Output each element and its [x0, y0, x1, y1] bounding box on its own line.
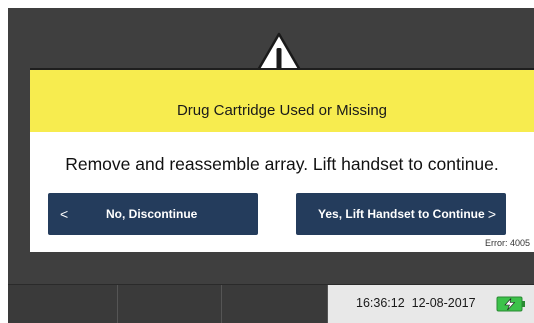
chevron-right-icon: > [487, 206, 496, 222]
status-bar: 16:36:12 12-08-2017 [8, 284, 534, 323]
alert-header: Drug Cartridge Used or Missing [30, 68, 534, 132]
continue-button[interactable]: Yes, Lift Handset to Continue > [296, 193, 506, 235]
discontinue-button[interactable]: < No, Discontinue [48, 193, 258, 235]
alert-message: Remove and reassemble array. Lift handse… [65, 154, 499, 174]
clock-time: 16:36:12 [356, 296, 405, 310]
alert-title: Drug Cartridge Used or Missing [176, 101, 388, 119]
discontinue-button-label: No, Discontinue [106, 207, 198, 221]
status-slot-1[interactable] [8, 285, 118, 323]
continue-button-label: Yes, Lift Handset to Continue [318, 207, 485, 221]
chevron-left-icon: < [60, 206, 69, 222]
battery-charging-icon [496, 296, 525, 312]
alert-body: Remove and reassemble array. Lift handse… [30, 132, 534, 252]
status-info-panel: 16:36:12 12-08-2017 [328, 285, 534, 323]
clock-date: 12-08-2017 [411, 296, 476, 310]
error-code: Error: 4005 [484, 238, 530, 248]
clock: 16:36:12 12-08-2017 [356, 296, 476, 310]
device-screen: Drug Cartridge Used or Missing Remove an… [8, 8, 534, 323]
status-slot-3[interactable] [222, 285, 328, 323]
status-slot-2[interactable] [118, 285, 222, 323]
